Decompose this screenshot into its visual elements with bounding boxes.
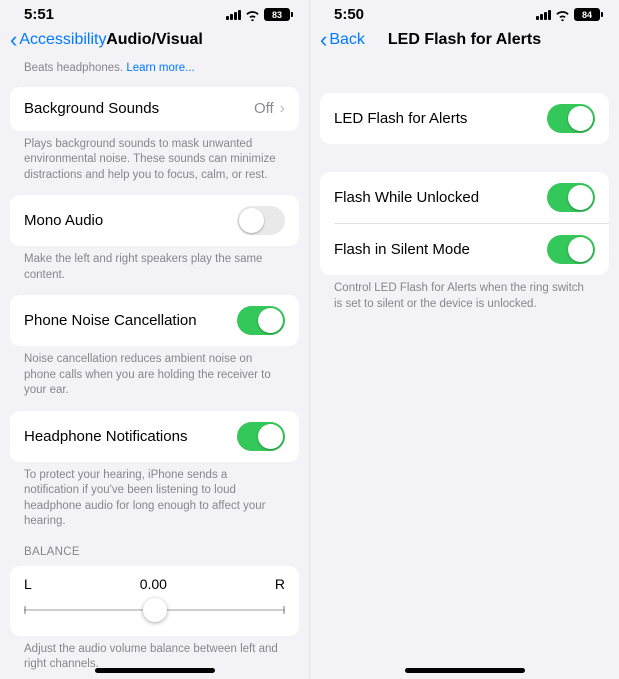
signal-icon: [536, 10, 551, 20]
mono-audio-toggle[interactable]: [237, 206, 285, 235]
home-indicator[interactable]: [405, 668, 525, 673]
battery-icon: 83: [264, 8, 293, 21]
status-bar: 5:51 83: [0, 0, 309, 25]
signal-icon: [226, 10, 241, 20]
back-label: Back: [329, 31, 365, 49]
headphone-notifications-footer: To protect your hearing, iPhone sends a …: [10, 462, 299, 532]
learn-more-link[interactable]: Learn more...: [126, 62, 194, 74]
flash-while-unlocked-cell: Flash While Unlocked: [320, 172, 609, 223]
phone-left: 5:51 83 ‹ Accessibility Audio/Visual Bea…: [0, 0, 309, 679]
page-title: LED Flash for Alerts: [388, 31, 541, 49]
noise-cancellation-toggle[interactable]: [237, 306, 285, 335]
cell-label: Flash in Silent Mode: [334, 241, 470, 258]
balance-card: L 0.00 R: [10, 566, 299, 636]
truncated-footer: Beats headphones. Learn more...: [10, 59, 299, 77]
headphone-notifications-toggle[interactable]: [237, 422, 285, 451]
cell-value: Off: [254, 100, 274, 117]
mono-audio-footer: Make the left and right speakers play th…: [10, 246, 299, 285]
slider-thumb[interactable]: [143, 598, 167, 622]
wifi-icon: [555, 9, 570, 21]
cell-label: Headphone Notifications: [24, 428, 187, 445]
balance-right-label: R: [275, 576, 285, 592]
battery-icon: 84: [574, 8, 603, 21]
page-title: Audio/Visual: [106, 31, 203, 49]
nav-bar: ‹ Accessibility Audio/Visual: [0, 25, 309, 59]
chevron-left-icon: ‹: [320, 29, 327, 51]
cell-label: LED Flash for Alerts: [334, 110, 467, 127]
balance-value: 0.00: [140, 576, 167, 592]
balance-header: BALANCE: [10, 532, 299, 560]
led-flash-alerts-toggle[interactable]: [547, 104, 595, 133]
bg-sounds-footer: Plays background sounds to mask unwanted…: [10, 131, 299, 186]
balance-left-label: L: [24, 576, 32, 592]
noise-cancellation-cell: Phone Noise Cancellation: [10, 295, 299, 346]
balance-slider[interactable]: [24, 600, 285, 620]
status-time: 5:50: [334, 6, 364, 23]
back-button[interactable]: ‹ Accessibility: [10, 29, 106, 51]
cell-label: Flash While Unlocked: [334, 189, 479, 206]
settings-content[interactable]: LED Flash for Alerts Flash While Unlocke…: [310, 59, 619, 679]
status-bar: 5:50 84: [310, 0, 619, 25]
phone-right: 5:50 84 ‹ Back LED Flash for Alerts LED …: [309, 0, 619, 679]
cell-label: Mono Audio: [24, 212, 103, 229]
nav-bar: ‹ Back LED Flash for Alerts: [310, 25, 619, 59]
settings-content[interactable]: Beats headphones. Learn more... Backgrou…: [0, 59, 309, 679]
back-label: Accessibility: [19, 31, 106, 49]
led-flash-alerts-cell: LED Flash for Alerts: [320, 93, 609, 144]
status-right: 83: [226, 8, 293, 21]
chevron-left-icon: ‹: [10, 29, 17, 51]
home-indicator[interactable]: [95, 668, 215, 673]
flash-while-unlocked-toggle[interactable]: [547, 183, 595, 212]
flash-silent-mode-cell: Flash in Silent Mode: [320, 224, 609, 275]
background-sounds-cell[interactable]: Background Sounds Off ›: [10, 87, 299, 131]
status-time: 5:51: [24, 6, 54, 23]
silent-mode-footer: Control LED Flash for Alerts when the ri…: [320, 275, 609, 314]
mono-audio-cell: Mono Audio: [10, 195, 299, 246]
wifi-icon: [245, 9, 260, 21]
headphone-notifications-cell: Headphone Notifications: [10, 411, 299, 462]
back-button[interactable]: ‹ Back: [320, 29, 365, 51]
cell-label: Phone Noise Cancellation: [24, 312, 197, 329]
flash-silent-mode-toggle[interactable]: [547, 235, 595, 264]
noise-cancellation-footer: Noise cancellation reduces ambient noise…: [10, 346, 299, 401]
status-right: 84: [536, 8, 603, 21]
cell-label: Background Sounds: [24, 100, 159, 117]
chevron-right-icon: ›: [280, 100, 285, 118]
visual-header: VISUAL: [10, 675, 299, 679]
